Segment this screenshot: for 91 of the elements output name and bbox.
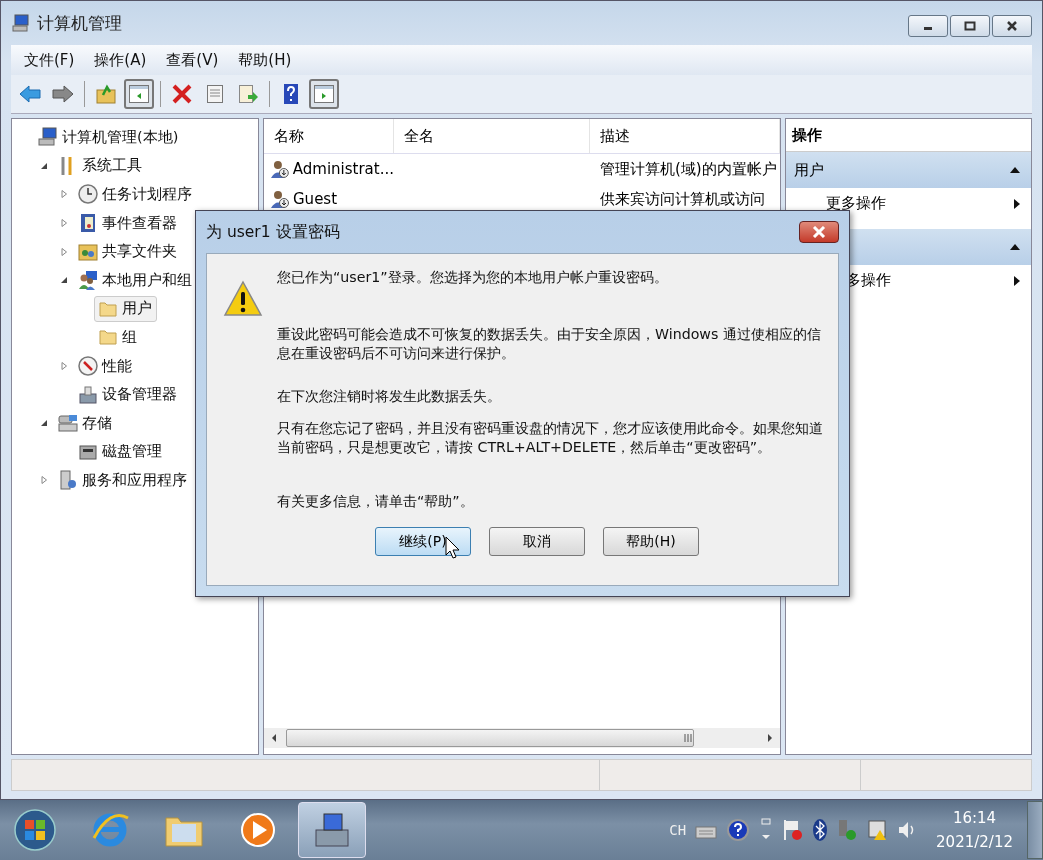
dialog-text: 重设此密码可能会造成不可恢复的数据丢失。由于安全原因，Windows 通过使相应的信息在重设密码后不可访问来进行保护。 xyxy=(277,325,822,363)
user-name: Administrat... xyxy=(292,160,394,178)
tree-item[interactable]: 设备管理器 xyxy=(74,381,182,408)
clock-time[interactable]: 16:14 xyxy=(952,809,997,827)
menu-item[interactable]: 查看(V) xyxy=(166,50,219,70)
column-header[interactable]: 全名 xyxy=(394,119,590,153)
expand-arrow-icon[interactable] xyxy=(58,361,70,372)
submenu-arrow-icon xyxy=(1013,197,1021,210)
left-arrow-icon xyxy=(18,83,42,105)
user-name: Guest xyxy=(293,190,338,208)
dialog-button[interactable]: 帮助(H) xyxy=(603,527,699,556)
collapse-icon xyxy=(1009,243,1021,251)
collapse-icon xyxy=(1009,166,1021,174)
dialog-text: 在下次您注销时将发生此数据丢失。 xyxy=(277,387,502,406)
dialog-button[interactable]: 取消 xyxy=(489,527,585,556)
pane-icon xyxy=(313,83,335,105)
delete-icon xyxy=(171,83,193,105)
action-section-header[interactable]: 用户 xyxy=(786,152,1031,188)
users-icon xyxy=(77,269,99,292)
clock-date[interactable]: 2021/2/12 xyxy=(936,833,1013,851)
network-warning-icon[interactable] xyxy=(866,818,889,842)
help-icon[interactable] xyxy=(726,818,751,842)
column-header[interactable]: 描述 xyxy=(590,119,780,153)
storage-icon xyxy=(57,412,79,435)
scroll-thumb[interactable] xyxy=(286,729,694,747)
window-title: 计算机管理 xyxy=(37,11,123,35)
device-icon xyxy=(77,383,99,406)
tree-item[interactable]: 本地用户和组 xyxy=(74,267,197,294)
dialog-button[interactable]: 继续(P) xyxy=(375,527,471,556)
list-row[interactable]: Guest 供来宾访问计算机或访问 xyxy=(264,184,780,214)
tree-item[interactable]: 存储 xyxy=(54,410,117,437)
menu-item[interactable]: 帮助(H) xyxy=(238,50,292,70)
clock-icon xyxy=(77,183,99,206)
tree-item[interactable]: 性能 xyxy=(74,353,137,380)
pane-icon xyxy=(128,83,150,105)
expand-arrow-icon[interactable] xyxy=(58,246,70,257)
dialog-text: 您已作为“user1”登录。您选择为您的本地用户帐户重设密码。 xyxy=(277,268,669,287)
right-arrow-icon xyxy=(51,83,75,105)
dialog-text: 有关更多信息，请单击“帮助”。 xyxy=(277,492,475,511)
grip-icon xyxy=(683,734,693,742)
expand-arrow-icon[interactable] xyxy=(58,189,70,200)
tree-pane-button[interactable] xyxy=(124,79,154,109)
export-icon xyxy=(237,83,259,105)
action-pane-button[interactable] xyxy=(309,79,339,109)
computer-management-taskbar-button[interactable] xyxy=(298,802,366,858)
tree-item[interactable]: 共享文件夹 xyxy=(74,238,182,265)
maximize-icon xyxy=(964,21,976,31)
gauge-icon xyxy=(77,355,99,378)
tree-item[interactable]: 组 xyxy=(94,324,142,351)
close-button[interactable] xyxy=(799,221,839,243)
description-cell-text: 供来宾访问计算机或访问 xyxy=(599,189,766,209)
horizontal-scrollbar[interactable] xyxy=(264,728,780,748)
maximize-button[interactable] xyxy=(950,15,990,37)
tree-item[interactable]: 磁盘管理 xyxy=(74,438,167,465)
bluetooth-icon[interactable] xyxy=(812,818,829,842)
section-title: 用户 xyxy=(794,160,824,180)
dialog-text: 只有在您忘记了密码，并且没有密码重设盘的情况下，您才应该使用此命令。如果您知道当前密码，只是想更改它，请按 CTRL+ALT+DELETE，然后单击“更改密码”。 xyxy=(277,419,824,457)
user-icon xyxy=(270,189,290,209)
action-link[interactable]: 更多操作 xyxy=(826,194,886,213)
document-icon xyxy=(204,83,226,105)
expand-arrow-icon[interactable] xyxy=(38,475,50,486)
dialog-title: 为 user1 设置密码 xyxy=(206,221,340,243)
tree-item[interactable]: 任务计划程序 xyxy=(74,181,197,208)
close-button[interactable] xyxy=(992,15,1032,37)
close-icon xyxy=(812,226,826,238)
tree-item[interactable]: 用户 xyxy=(94,295,157,322)
menu-item[interactable]: 操作(A) xyxy=(94,50,147,70)
close-icon xyxy=(1006,21,1018,31)
warning-icon xyxy=(223,280,263,318)
tree-item[interactable]: 计算机管理(本地) xyxy=(34,124,184,151)
services-icon xyxy=(57,469,79,492)
show-desktop-button[interactable] xyxy=(1027,801,1043,859)
scroll-right-icon xyxy=(766,733,774,743)
column-header[interactable]: 名称 xyxy=(264,119,394,153)
flag-icon[interactable] xyxy=(782,818,805,842)
submenu-arrow-icon xyxy=(1013,274,1021,287)
tree-item[interactable]: 系统工具 xyxy=(54,152,147,179)
mouse-cursor-icon xyxy=(445,536,461,560)
tree-item[interactable]: 服务和应用程序 xyxy=(54,467,192,494)
minimize-button[interactable] xyxy=(908,15,948,37)
windows-logo-icon xyxy=(13,808,57,852)
list-row[interactable]: Administrat... 管理计算机(域)的内置帐户 xyxy=(264,154,780,184)
computer-icon xyxy=(11,13,31,33)
user-icon xyxy=(270,159,290,179)
description-cell-text: 管理计算机(域)的内置帐户 xyxy=(599,159,778,179)
expand-arrow-icon[interactable] xyxy=(58,218,70,229)
folder-up-icon xyxy=(95,83,117,105)
menu-item[interactable]: 文件(F) xyxy=(24,50,75,70)
tree-item[interactable]: 事件查看器 xyxy=(74,210,182,237)
computer-icon xyxy=(37,126,59,149)
scroll-left-icon xyxy=(270,733,278,743)
